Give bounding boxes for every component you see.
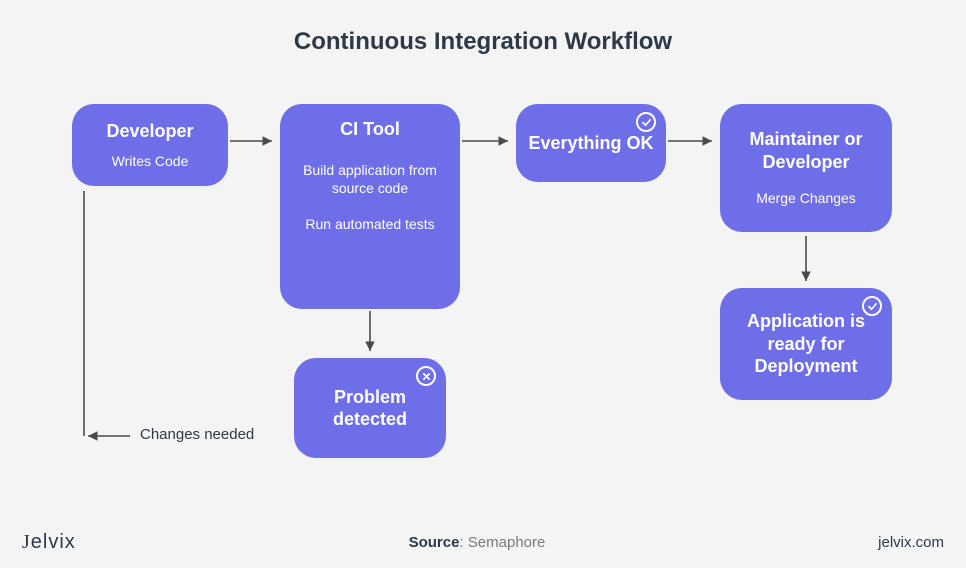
source-label: Source bbox=[409, 534, 460, 551]
node-ci-tool-title: CI Tool bbox=[340, 118, 400, 141]
node-ci-tool-line1: Build application from source code bbox=[292, 161, 448, 197]
node-deploy-title: Application is ready for Deployment bbox=[732, 310, 880, 378]
close-icon bbox=[416, 366, 436, 386]
node-maintainer: Maintainer or Developer Merge Changes bbox=[720, 104, 892, 232]
node-developer-sub: Writes Code bbox=[112, 152, 189, 170]
node-developer-title: Developer bbox=[106, 120, 193, 143]
node-maintainer-sub: Merge Changes bbox=[756, 189, 856, 207]
diagram-canvas: Developer Writes Code CI Tool Build appl… bbox=[0, 56, 966, 516]
node-developer: Developer Writes Code bbox=[72, 104, 228, 186]
node-deploy: Application is ready for Deployment bbox=[720, 288, 892, 400]
node-everything-ok-title: Everything OK bbox=[528, 132, 653, 155]
node-ci-tool: CI Tool Build application from source co… bbox=[280, 104, 460, 309]
node-problem-title: Problem detected bbox=[306, 386, 434, 431]
diagram-title: Continuous Integration Workflow bbox=[0, 0, 966, 56]
feedback-label: Changes needed bbox=[140, 426, 254, 443]
node-ci-tool-line2: Run automated tests bbox=[305, 215, 434, 233]
footer: Jelvix Source: Semaphore jelvix.com bbox=[0, 531, 966, 554]
node-problem: Problem detected bbox=[294, 358, 446, 458]
check-icon bbox=[862, 296, 882, 316]
source-credit: Source: Semaphore bbox=[409, 534, 546, 551]
check-icon bbox=[636, 112, 656, 132]
source-value: Semaphore bbox=[468, 534, 546, 551]
brand-text: elvix bbox=[31, 531, 76, 553]
site-link: jelvix.com bbox=[878, 534, 944, 551]
node-everything-ok: Everything OK bbox=[516, 104, 666, 182]
node-maintainer-title: Maintainer or Developer bbox=[732, 128, 880, 173]
brand-logo: Jelvix bbox=[22, 531, 76, 554]
